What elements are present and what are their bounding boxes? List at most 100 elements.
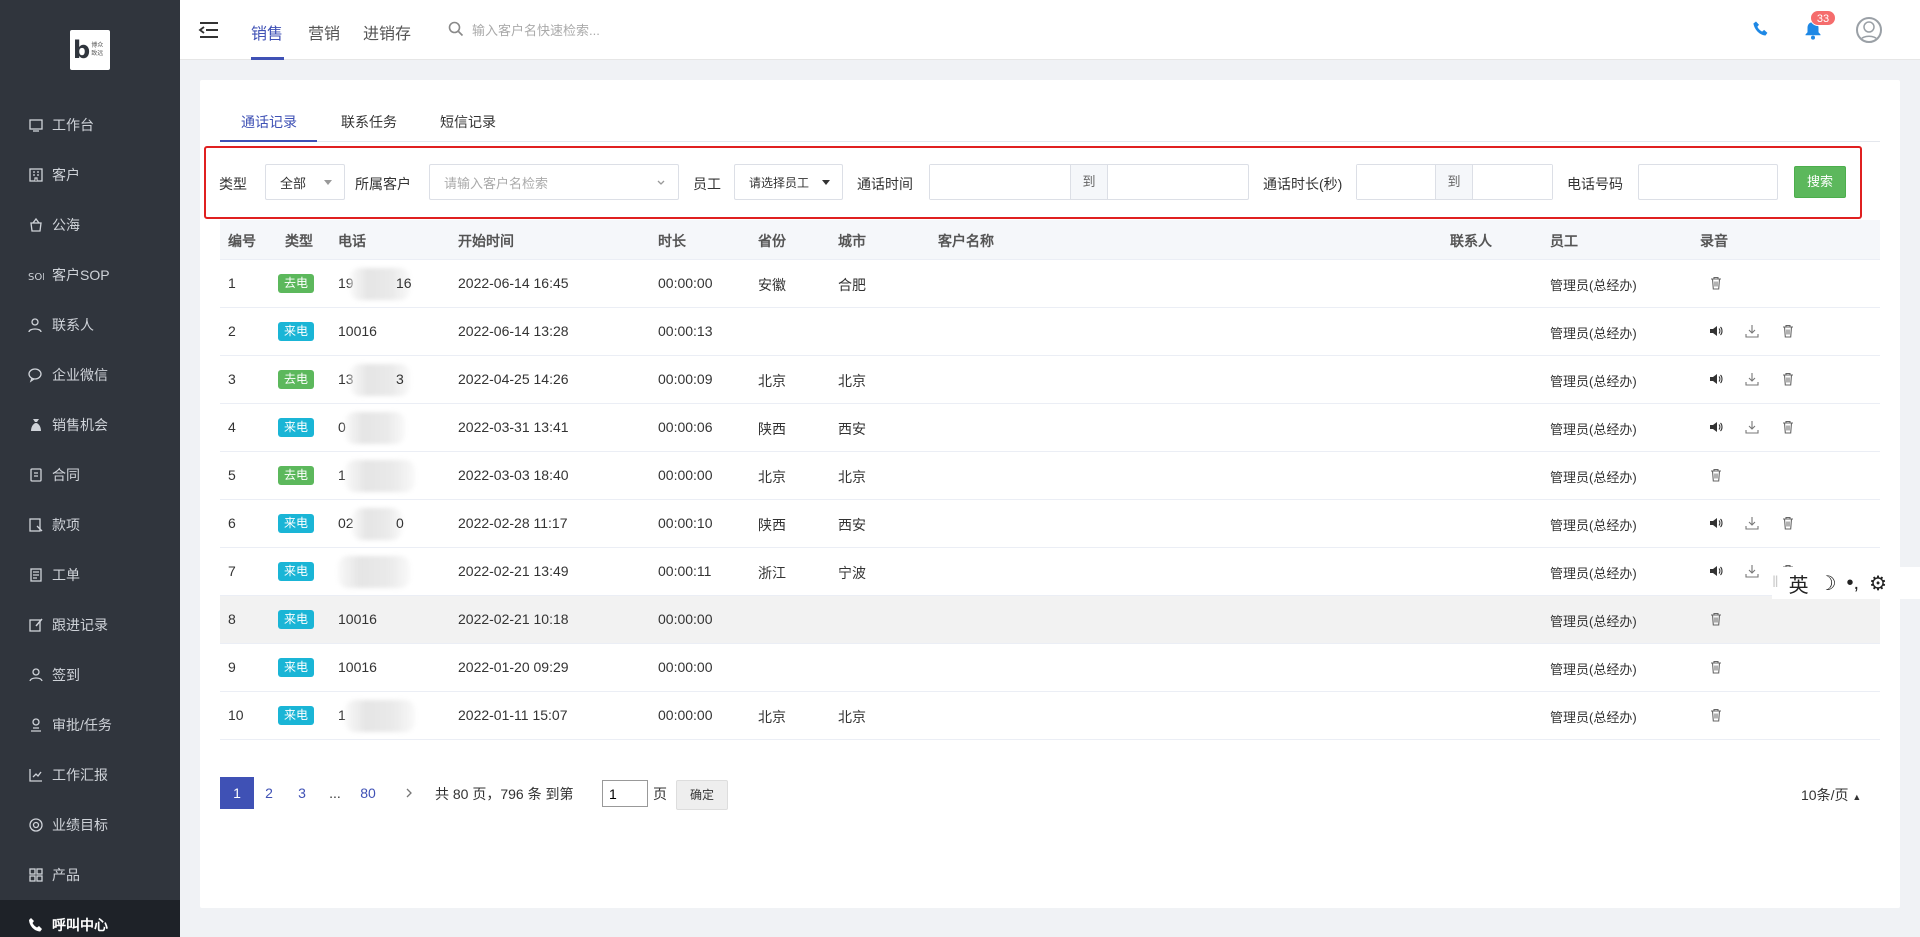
phone-number-input[interactable]: [1638, 164, 1778, 200]
table-row[interactable]: 2 来电 10016 2022-06-14 13:28 00:00:13 管理员(总经办): [220, 308, 1880, 356]
sidebar-item-2[interactable]: 客户: [0, 150, 180, 200]
cell-no: 8: [228, 611, 236, 627]
sidebar-item-12[interactable]: 签到: [0, 650, 180, 700]
sidebar-item-label: 客户SOP: [52, 267, 110, 283]
delete-icon[interactable]: [1781, 324, 1795, 338]
play-audio-icon[interactable]: [1709, 516, 1723, 530]
ime-drag-handle[interactable]: ‖: [1772, 574, 1779, 592]
sidebar-item-15[interactable]: 业绩目标: [0, 800, 180, 850]
phone-icon[interactable]: [1752, 20, 1770, 38]
page-3[interactable]: 3: [296, 777, 308, 809]
table-row[interactable]: 9 来电 10016 2022-01-20 09:29 00:00:00 管理员(总经办): [220, 644, 1880, 692]
call-time-end-input[interactable]: [1109, 165, 1247, 199]
table-row[interactable]: 5 去电 1 2022-03-03 18:40 00:00:00 北京 北京 管理员(总经办): [220, 452, 1880, 500]
sidebar-item-label: 联系人: [52, 317, 94, 333]
download-icon[interactable]: [1745, 564, 1759, 578]
sidebar-item-11[interactable]: 跟进记录: [0, 600, 180, 650]
tab-call-records[interactable]: 通话记录: [241, 112, 297, 132]
page-1[interactable]: 1: [220, 777, 254, 809]
page-summary: 共 80 页，796 条 到第: [435, 786, 574, 802]
duration-min-input[interactable]: [1357, 165, 1435, 199]
customer-search-input[interactable]: [472, 18, 672, 42]
play-audio-icon[interactable]: [1709, 420, 1723, 434]
sidebar-item-1[interactable]: 工作台: [0, 100, 180, 150]
ime-gear-icon[interactable]: ⚙: [1869, 571, 1887, 596]
sidebar-item-5[interactable]: 联系人: [0, 300, 180, 350]
ime-moon-icon[interactable]: ☽: [1819, 571, 1837, 596]
table-row[interactable]: 3 去电 13 3 2022-04-25 14:26 00:00:09 北京 北京 管理员(总经…: [220, 356, 1880, 404]
delete-icon[interactable]: [1781, 516, 1795, 530]
next-page-icon[interactable]: [403, 787, 415, 799]
record-tabs: 通话记录 联系任务 短信记录: [220, 102, 1880, 142]
employee-select[interactable]: 请选择员工: [734, 164, 843, 200]
user-avatar[interactable]: [1856, 17, 1882, 43]
download-icon[interactable]: [1745, 516, 1759, 530]
cell-city: 北京: [838, 709, 866, 725]
sidebar-item-13[interactable]: 审批/任务: [0, 700, 180, 750]
table-row[interactable]: 4 来电 0 2022-03-31 13:41 00:00:06 陕西 西安 管理员(总经办): [220, 404, 1880, 452]
page-size-select[interactable]: 10条/页 ▲: [1801, 785, 1861, 805]
duration-max-input[interactable]: [1474, 165, 1552, 199]
nav-tab-marketing[interactable]: 营销: [308, 20, 340, 44]
sidebar-item-label: 工作汇报: [52, 767, 108, 783]
table-row[interactable]: 7 来电 2022-02-21 13:49 00:00:11 浙江 宁波 管理员(总经办): [220, 548, 1880, 596]
cell-start-time: 2022-02-21 10:18: [458, 611, 569, 627]
search-button[interactable]: 搜索: [1794, 166, 1846, 198]
sidebar-item-10[interactable]: 工单: [0, 550, 180, 600]
phone-mask: [345, 412, 405, 444]
delete-icon[interactable]: [1709, 276, 1723, 290]
sidebar-item-8[interactable]: 合同: [0, 450, 180, 500]
play-audio-icon[interactable]: [1709, 324, 1723, 338]
play-audio-icon[interactable]: [1709, 372, 1723, 386]
sidebar-item-3[interactable]: 公海: [0, 200, 180, 250]
goto-page-input[interactable]: [602, 780, 648, 807]
app-logo[interactable]: b 博众 致远: [70, 30, 110, 70]
table-row[interactable]: 1 去电 19 16 2022-06-14 16:45 00:00:00 安徽 合肥 管理员(总…: [220, 260, 1880, 308]
cell-no: 7: [228, 563, 236, 579]
download-icon[interactable]: [1745, 420, 1759, 434]
phone-mask: [352, 508, 402, 540]
cell-duration: 00:00:00: [658, 611, 713, 627]
play-audio-icon[interactable]: [1709, 564, 1723, 578]
sidebar-item-7[interactable]: 销售机会: [0, 400, 180, 450]
sidebar-item-9[interactable]: 款项: [0, 500, 180, 550]
sidebar-item-label: 产品: [52, 867, 80, 883]
delete-icon[interactable]: [1709, 612, 1723, 626]
confirm-button[interactable]: 确定: [676, 780, 728, 810]
menu-collapse-icon[interactable]: [198, 20, 220, 40]
sidebar-item-6[interactable]: 企业微信: [0, 350, 180, 400]
delete-icon[interactable]: [1709, 708, 1723, 722]
duration-label: 通话时长(秒): [1263, 176, 1343, 192]
page-80[interactable]: 80: [358, 777, 378, 809]
cell-employee: 管理员(总经办): [1550, 662, 1637, 677]
sidebar-item-14[interactable]: 工作汇报: [0, 750, 180, 800]
tab-sms-records[interactable]: 短信记录: [440, 112, 496, 132]
delete-icon[interactable]: [1709, 468, 1723, 482]
call-time-start-input[interactable]: [930, 165, 1070, 199]
cell-city: 宁波: [838, 565, 866, 581]
sidebar-item-label: 呼叫中心: [52, 917, 108, 933]
page-2[interactable]: 2: [263, 777, 275, 809]
chevron-down-icon: [657, 180, 665, 185]
type-select[interactable]: 全部: [265, 164, 345, 200]
download-icon[interactable]: [1745, 372, 1759, 386]
ime-lang-toggle[interactable]: 英: [1789, 569, 1809, 598]
search-icon: [448, 21, 464, 37]
delete-icon[interactable]: [1781, 420, 1795, 434]
cell-duration: 00:00:06: [658, 419, 713, 435]
filter-bar: 类型 全部 所属客户 请输入客户名检索 员工 请选择员工 通话时间 到 通话时长…: [204, 146, 1862, 219]
customer-select[interactable]: 请输入客户名检索: [429, 164, 679, 200]
ime-punct-icon[interactable]: •,: [1847, 572, 1860, 595]
sidebar-item-16[interactable]: 产品: [0, 850, 180, 900]
tab-contact-tasks[interactable]: 联系任务: [341, 112, 397, 132]
delete-icon[interactable]: [1781, 372, 1795, 386]
table-row[interactable]: 10 来电 1 2022-01-11 15:07 00:00:00 北京 北京 管理员(总经办…: [220, 692, 1880, 740]
nav-tab-inventory[interactable]: 进销存: [363, 20, 411, 44]
sidebar-item-4[interactable]: SOP 客户SOP: [0, 250, 180, 300]
nav-tab-sales[interactable]: 销售: [251, 20, 283, 44]
table-row[interactable]: 6 来电 02 0 2022-02-28 11:17 00:00:10 陕西 西安 管理员(总经…: [220, 500, 1880, 548]
download-icon[interactable]: [1745, 324, 1759, 338]
delete-icon[interactable]: [1709, 660, 1723, 674]
sidebar-item-17[interactable]: 呼叫中心: [0, 900, 180, 937]
table-row[interactable]: 8 来电 10016 2022-02-21 10:18 00:00:00 管理员(总经办): [220, 596, 1880, 644]
